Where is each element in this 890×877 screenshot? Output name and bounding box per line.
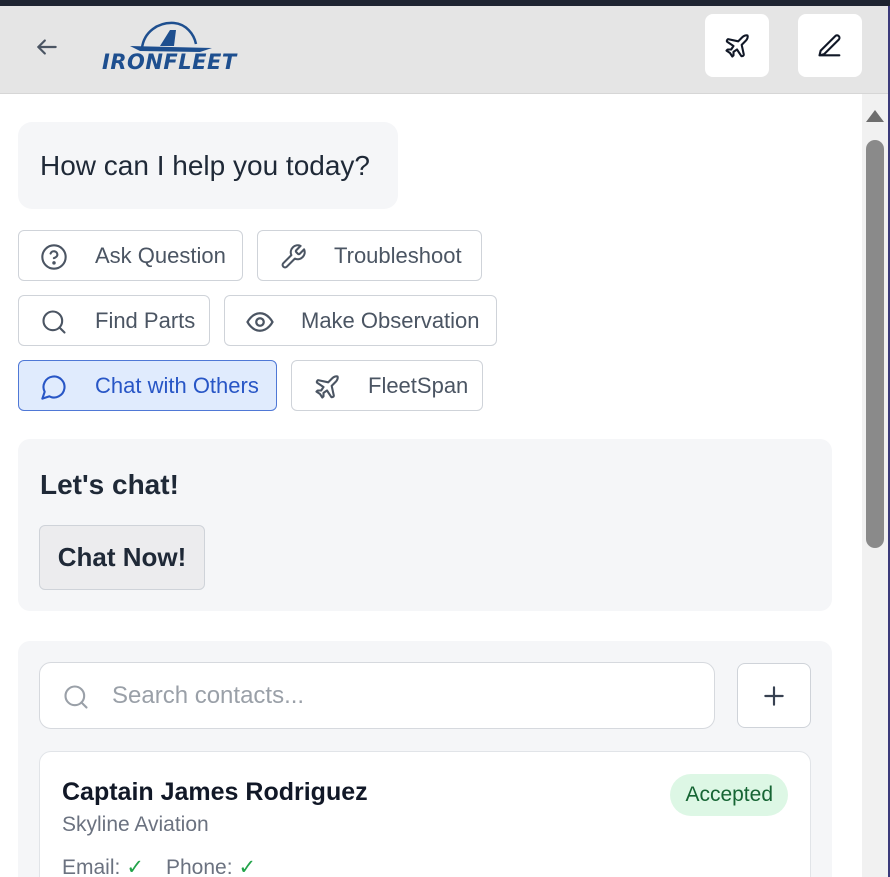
search-icon (39, 307, 69, 337)
app-header: IRONFLEET (0, 6, 888, 94)
find-parts-chip[interactable]: Find Parts (18, 295, 210, 346)
plane-icon (312, 372, 342, 402)
pencil-icon (818, 33, 841, 56)
phone-check-icon: ✓ (238, 856, 257, 877)
ironfleet-logo: IRONFLEET (100, 18, 242, 76)
contact-organization: Skyline Aviation (62, 813, 209, 836)
new-chat-edit-button[interactable] (798, 14, 862, 77)
vertical-scrollbar[interactable] (862, 94, 888, 877)
wrench-icon (278, 242, 308, 272)
assistant-greeting: How can I help you today? (18, 122, 398, 209)
contact-availability: Email: ✓ Phone: ✓ (62, 855, 278, 877)
phone-label: Phone: (165, 856, 233, 877)
back-button[interactable] (30, 30, 64, 64)
contact-name: Captain James Rodriguez (62, 778, 368, 806)
search-icon (62, 683, 90, 716)
logo-text: IRONFLEET (102, 50, 237, 74)
email-label: Email: (62, 856, 121, 877)
chip-label: Chat with Others (95, 373, 259, 398)
chip-label: Find Parts (95, 308, 196, 333)
make-observation-chip[interactable]: Make Observation (224, 295, 497, 346)
fleetspan-chip[interactable]: FleetSpan (291, 360, 483, 411)
status-badge: Accepted (670, 774, 788, 816)
contact-card[interactable]: Captain James Rodriguez Skyline Aviation… (39, 751, 811, 877)
lets-chat-panel: Let's chat! Chat Now! (18, 439, 832, 611)
contact-search-box (39, 662, 715, 729)
plus-icon (764, 685, 784, 706)
chip-label: FleetSpan (368, 373, 469, 398)
contacts-panel: Captain James Rodriguez Skyline Aviation… (18, 641, 832, 877)
lets-chat-title: Let's chat! (40, 469, 179, 500)
chip-label: Make Observation (301, 308, 480, 333)
plane-icon (725, 33, 749, 58)
add-contact-button[interactable] (737, 663, 811, 728)
scrollbar-thumb[interactable] (866, 140, 884, 548)
scroll-up-arrow-icon[interactable] (866, 110, 884, 122)
question-circle-icon (39, 242, 69, 272)
chat-with-others-chip[interactable]: Chat with Others (18, 360, 277, 411)
chip-label: Troubleshoot (334, 243, 462, 268)
chat-bubble-icon (39, 372, 69, 402)
arrow-left-icon (37, 39, 57, 55)
email-check-icon: ✓ (126, 856, 144, 877)
chat-now-button[interactable]: Chat Now! (39, 525, 205, 590)
fleet-plane-button[interactable] (705, 14, 769, 77)
eye-icon (245, 307, 275, 337)
chat-content: How can I help you today? Ask Question T… (0, 94, 860, 877)
ask-question-chip[interactable]: Ask Question (18, 230, 243, 281)
contact-search-input[interactable] (112, 677, 692, 715)
chip-label: Ask Question (95, 243, 226, 268)
troubleshoot-chip[interactable]: Troubleshoot (257, 230, 482, 281)
